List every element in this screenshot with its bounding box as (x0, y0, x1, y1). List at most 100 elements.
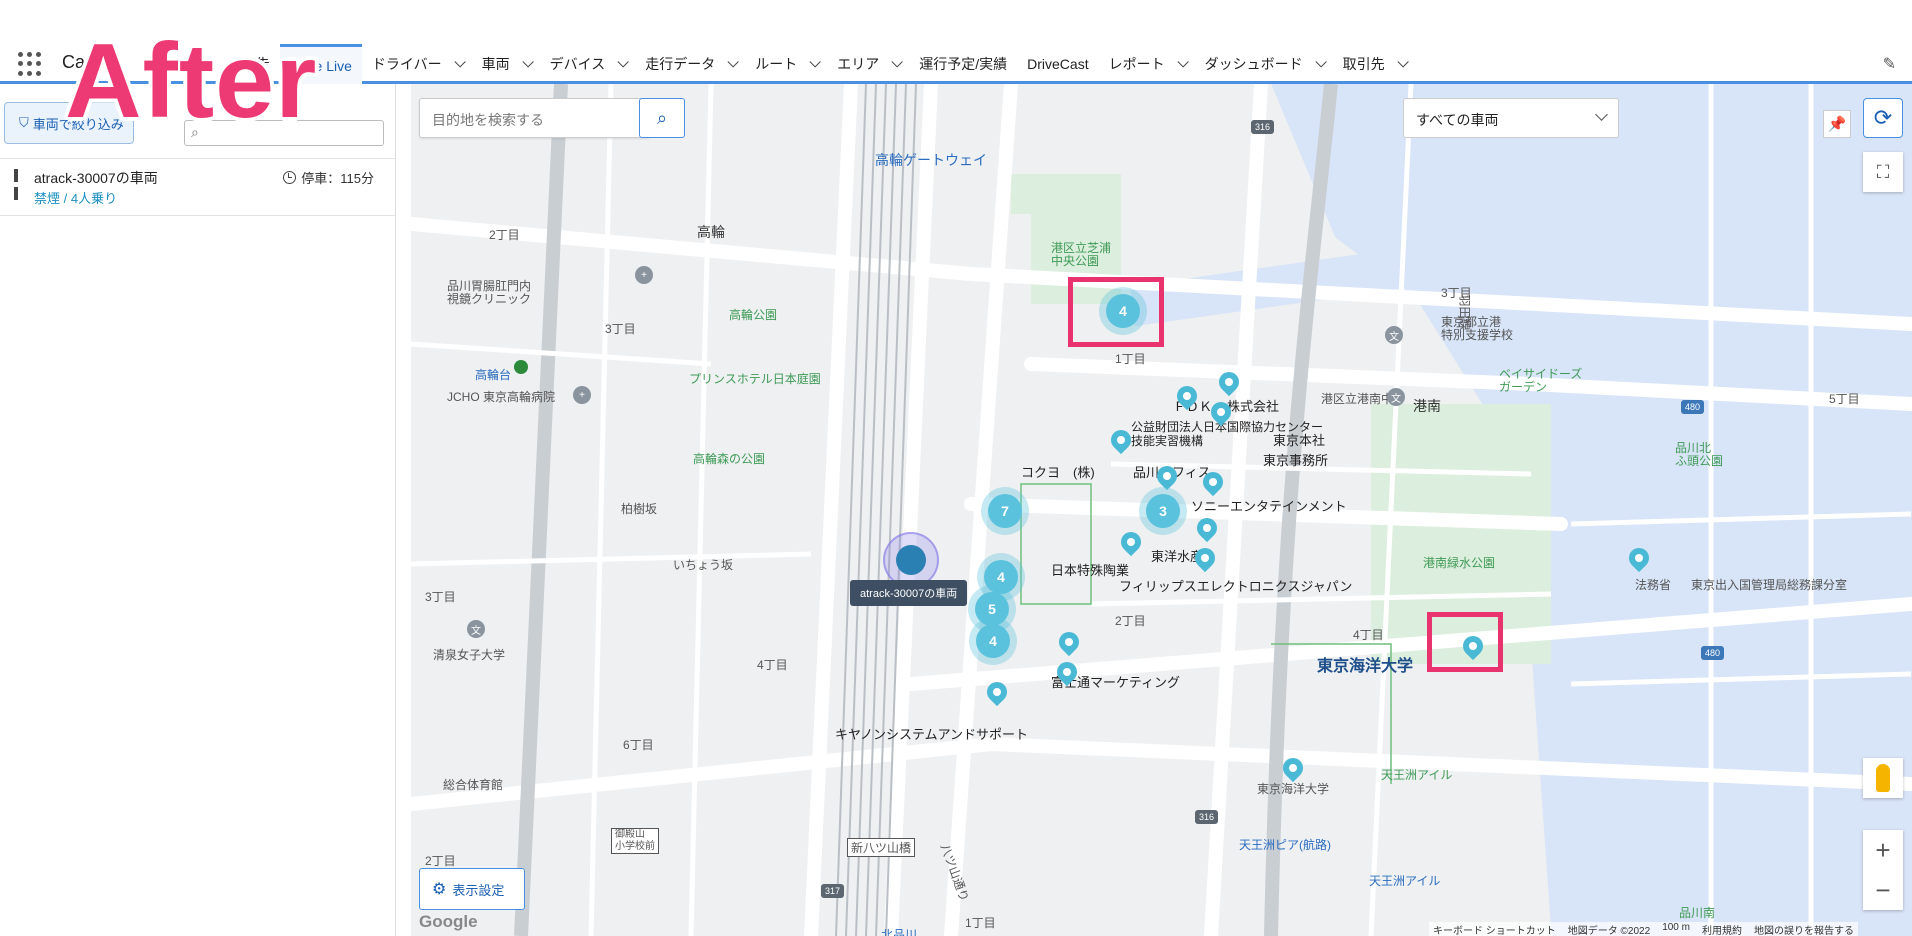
label-chome-4b: 4丁目 (1353, 628, 1384, 642)
street-view-pegman-icon[interactable] (1863, 758, 1903, 798)
label-hachiyama: 新八ツ山橋 (847, 838, 916, 857)
vehicle-select[interactable]: すべての車両 (1403, 98, 1619, 138)
label-canon: キヤノンシステムアンドサポート (835, 727, 1029, 742)
nav-tab[interactable]: ダッシュボード (1195, 44, 1333, 84)
marker-cluster[interactable]: 7 (988, 494, 1022, 528)
nav-tab-label: ルート (755, 56, 798, 72)
nav-tab-label: 取引先 (1342, 56, 1385, 72)
marker-cluster[interactable]: 4 (976, 624, 1010, 658)
attribution-link[interactable]: 利用規約 (1702, 922, 1742, 936)
label-takanawa-park: 高輪公園 (729, 308, 778, 322)
chevron-down-icon (617, 56, 630, 68)
destination-search-input[interactable]: 目的地を検索する (419, 98, 649, 138)
label-konan-middle: 港区立港南中 (1321, 392, 1394, 406)
nav-tabs: ...報告 Drive Live ドライバー 車両 デバイス 走行データ ルート エリア 運行予… (220, 44, 1415, 84)
label-kaiyo-univ-2: 東京海洋大学 (1257, 782, 1330, 796)
label-chome-3c: 3丁目 (1441, 286, 1472, 300)
label-shinagawa-south: 品川南 (1679, 906, 1716, 920)
nav-tab-label: 走行データ (645, 56, 716, 72)
fullscreen-button[interactable]: ⛶ (1863, 152, 1903, 192)
label-nihon-meat: 日本特殊陶業 (1051, 563, 1130, 578)
vehicle-marker-label: atrack-30007の車両 (850, 580, 968, 606)
nav-tab[interactable]: ルート (745, 44, 827, 84)
attribution-link[interactable]: 地図データ ©2022 (1568, 922, 1650, 936)
school-poi-icon-2: 文 (1385, 326, 1403, 344)
label-chome-1: 1丁目 (1115, 352, 1146, 366)
display-settings-button[interactable]: ⚙ 表示設定 (419, 868, 525, 910)
hospital-poi-icon: + (635, 266, 653, 284)
nav-tab-label: 運行予定/実績 (919, 56, 1008, 72)
map-attribution: キーボード ショートカット 地図データ ©2022 100 m 利用規約 地図の誤りを報… (1429, 922, 1858, 936)
route-316-shield-2: 316 (1195, 810, 1219, 824)
nav-tab[interactable]: 車両 (472, 44, 540, 84)
fullscreen-icon: ⛶ (1876, 161, 1890, 182)
label-kaihatsu: 公益財団法人日本国際協力センター 技能実習機構 (1131, 420, 1324, 448)
label-chome-6: 6丁目 (623, 738, 654, 752)
refresh-button[interactable]: ⟳ (1863, 98, 1903, 138)
label-chome-3: 3丁目 (605, 322, 636, 336)
label-bayside: ベイサイドーズ ガーデン (1499, 367, 1583, 394)
vehicle-name: atrack-30007の車両 (34, 170, 158, 186)
map-canvas[interactable]: 高輪ゲートウェイ 高輪 高輪公園 プリンスホテル日本庭園 高輪台 JCHO 東京… (411, 84, 1912, 936)
nav-tab[interactable]: ドライバー (362, 44, 472, 84)
nav-tab[interactable]: デバイス (540, 44, 636, 84)
vehicle-list-item[interactable]: atrack-30007の車両 禁煙 / 4人乗り 停車：115分 (0, 158, 396, 216)
route-316-shield: 316 (1251, 120, 1275, 134)
pause-icon (14, 169, 26, 200)
app-launcher-icon[interactable] (18, 52, 42, 76)
pin-icon[interactable]: 📌 (1823, 110, 1851, 138)
marker-cluster[interactable]: 5 (975, 592, 1009, 626)
label-chome-1b: 1丁目 (965, 916, 996, 930)
attribution-link[interactable]: 100 m (1662, 922, 1690, 936)
marker-cluster[interactable]: 3 (1146, 494, 1180, 528)
nav-tab[interactable]: エリア (827, 44, 909, 84)
label-chome-2b: 2丁目 (1115, 614, 1146, 628)
clock-icon (283, 171, 297, 184)
vehicle-status-text: 停車：115分 (301, 171, 374, 186)
refresh-icon: ⟳ (1873, 105, 1893, 130)
label-kitashinagawa: 北品川 (881, 928, 918, 936)
chevron-down-icon (1177, 56, 1189, 68)
label-tennozu-isle: 天王洲アイル (1381, 768, 1453, 782)
label-clinic: 品川胃腸肛門内 視鏡クリニック (447, 279, 532, 306)
label-chome-5: 5丁目 (1829, 392, 1860, 406)
label-kaiyo-univ: 東京海洋大学 (1317, 658, 1414, 675)
label-chome-4: 4丁目 (757, 658, 788, 672)
google-logo: Google (419, 912, 478, 931)
nav-tab[interactable]: レポート (1099, 44, 1195, 84)
nav-tab-label: レポート (1108, 56, 1165, 72)
marker-cluster[interactable]: 4 (984, 560, 1018, 594)
nav-tab-label: DriveCast (1027, 56, 1089, 72)
school-poi-icon: 文 (467, 620, 485, 638)
label-takanawa-mori: 高輪森の公園 (693, 452, 766, 466)
vehicle-status: 停車：115分 (283, 168, 374, 187)
zoom-controls: + − (1863, 830, 1903, 910)
zoom-out-button[interactable]: − (1863, 870, 1903, 910)
nav-tab[interactable]: 取引先 (1333, 44, 1415, 84)
label-minato-school: 東京都立港 特別支援学校 (1441, 315, 1514, 342)
nav-tab[interactable]: 運行予定/実績 (909, 44, 1017, 84)
destination-search-button[interactable]: ⌕ (639, 98, 685, 138)
nav-tab-label: 車両 (481, 56, 510, 72)
hospital-poi-icon-2: + (573, 386, 591, 404)
label-kashiwagi: 柏樹坂 (621, 502, 658, 516)
edit-nav-icon[interactable]: ✎ (1883, 54, 1896, 74)
label-tennozu-pier: 天王洲ピア(航路) (1239, 838, 1331, 852)
label-takanawa-gateway: 高輪ゲートウェイ (875, 152, 987, 168)
label-chome-2c: 2丁目 (425, 854, 456, 868)
zoom-in-button[interactable]: + (1863, 830, 1903, 870)
school-poi-icon-3: 文 (1387, 388, 1405, 406)
nav-tab[interactable]: 走行データ (635, 44, 745, 84)
nav-tab[interactable]: DriveCast (1017, 44, 1098, 84)
nav-tab-label: ダッシュボード (1204, 56, 1303, 72)
chevron-down-icon (727, 56, 740, 68)
chevron-down-icon (891, 56, 904, 68)
attribution-link[interactable]: 地図の誤りを報告する (1754, 922, 1854, 936)
label-jcho: JCHO 東京高輪病院 (447, 390, 556, 404)
chevron-down-icon (522, 56, 534, 68)
vehicle-panel: ⛉ 車両で絞り込み 1/ ⌕ atrack-30007の車両 禁煙 / 4人乗り… (0, 84, 396, 936)
label-chome-3b: 3丁目 (425, 590, 456, 604)
label-takanawa: 高輪 (697, 224, 725, 240)
nav-tab-label: ドライバー (371, 56, 442, 72)
attribution-link[interactable]: キーボード ショートカット (1433, 922, 1556, 936)
